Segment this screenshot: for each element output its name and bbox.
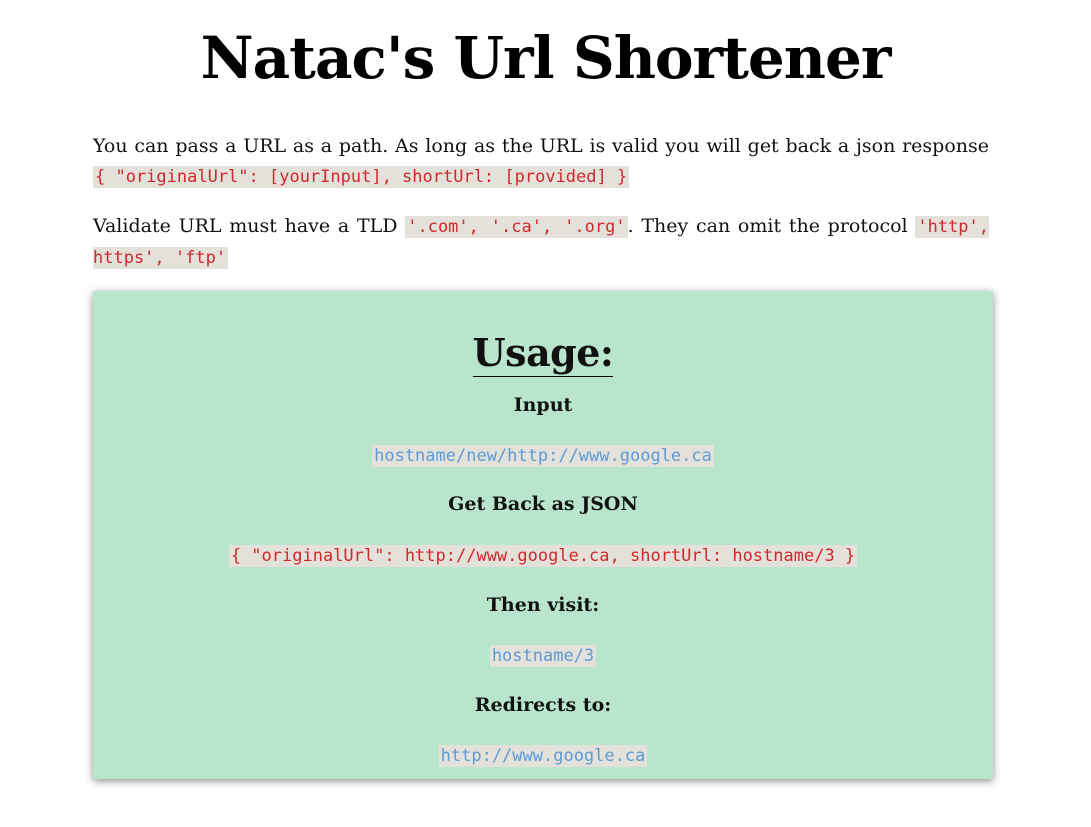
intro-paragraph-validation: Validate URL must have a TLD '.com', '.c… bbox=[93, 211, 989, 273]
redirect-example-row: http://www.google.ca bbox=[93, 742, 993, 769]
usage-heading-text: Usage: bbox=[472, 330, 614, 377]
visit-example-row: hostname/3 bbox=[93, 642, 993, 669]
intro-response-text: You can pass a URL as a path. As long as… bbox=[93, 135, 989, 157]
response-format-code: { "originalUrl": [yourInput], shortUrl: … bbox=[93, 166, 630, 188]
visit-label: Then visit: bbox=[486, 594, 600, 616]
page: Natac's Url Shortener You can pass a URL… bbox=[0, 0, 1091, 827]
redirect-example-code: http://www.google.ca bbox=[438, 745, 648, 767]
intro-protocol-text: . They can omit the protocol bbox=[627, 215, 916, 237]
json-label: Get Back as JSON bbox=[448, 493, 638, 515]
page-title: Natac's Url Shortener bbox=[200, 24, 892, 92]
usage-card: Usage: Input hostname/new/http://www.goo… bbox=[93, 291, 993, 779]
json-example-code: { "originalUrl": http://www.google.ca, s… bbox=[228, 545, 858, 567]
intro-paragraph-response: You can pass a URL as a path. As long as… bbox=[93, 131, 989, 192]
usage-heading: Usage: bbox=[93, 327, 993, 379]
json-example-row: { "originalUrl": http://www.google.ca, s… bbox=[93, 542, 993, 569]
tld-list-code: '.com', '.ca', '.org' bbox=[405, 216, 628, 238]
input-label: Input bbox=[513, 394, 573, 416]
visit-example-code: hostname/3 bbox=[489, 645, 597, 667]
input-example-row: hostname/new/http://www.google.ca bbox=[93, 442, 993, 469]
intro-validation-text: Validate URL must have a TLD bbox=[93, 215, 406, 237]
input-example-code: hostname/new/http://www.google.ca bbox=[372, 445, 714, 467]
redirect-label: Redirects to: bbox=[474, 694, 612, 716]
